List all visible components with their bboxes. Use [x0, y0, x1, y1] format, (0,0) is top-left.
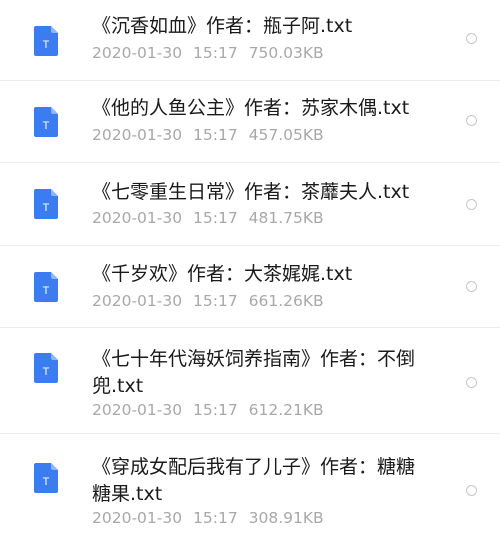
svg-text:T: T — [43, 476, 50, 488]
file-size: 457.05KB — [248, 126, 324, 144]
svg-text:T: T — [43, 366, 50, 378]
text-file-icon: T — [34, 463, 58, 493]
select-radio[interactable] — [466, 115, 477, 126]
file-row[interactable]: T 《七十年代海妖饲养指南》作者：不倒兜.txt 2020-01-30 15:1… — [0, 328, 500, 434]
file-time: 15:17 — [193, 509, 238, 527]
file-meta: 2020-01-30 15:17 481.75KB — [92, 208, 330, 228]
file-date: 2020-01-30 — [92, 209, 183, 227]
file-row[interactable]: T 《千岁欢》作者：大茶娓娓.txt 2020-01-30 15:17 661.… — [0, 246, 500, 328]
file-date: 2020-01-30 — [92, 44, 183, 62]
file-meta: 2020-01-30 15:17 661.26KB — [92, 291, 330, 311]
svg-text:T: T — [43, 285, 50, 297]
file-name: 《千岁欢》作者：大茶娓娓.txt — [92, 263, 353, 285]
file-row[interactable]: T 《沉香如血》作者：瓶子阿.txt 2020-01-30 15:17 750.… — [0, 0, 500, 81]
file-row[interactable]: T 《他的人鱼公主》作者：苏家木偶.txt 2020-01-30 15:17 4… — [0, 81, 500, 163]
file-size: 750.03KB — [248, 44, 324, 62]
file-name: 《他的人鱼公主》作者：苏家木偶.txt — [92, 97, 410, 119]
file-time: 15:17 — [193, 44, 238, 62]
file-time: 15:17 — [193, 292, 238, 310]
text-file-icon: T — [34, 26, 58, 56]
file-name: 《沉香如血》作者：瓶子阿.txt — [92, 15, 353, 37]
file-name: 《七十年代海妖饲养指南》作者：不倒兜.txt — [92, 348, 416, 397]
file-time: 15:17 — [193, 401, 238, 419]
svg-text:T: T — [43, 120, 50, 132]
file-size: 612.21KB — [248, 401, 324, 419]
file-size: 661.26KB — [248, 292, 324, 310]
text-file-icon: T — [34, 353, 58, 383]
file-date: 2020-01-30 — [92, 292, 183, 310]
file-row[interactable]: T 《七零重生日常》作者：茶蘼夫人.txt 2020-01-30 15:17 4… — [0, 163, 500, 246]
file-meta: 2020-01-30 15:17 750.03KB — [92, 43, 330, 63]
svg-text:T: T — [43, 202, 50, 214]
file-date: 2020-01-30 — [92, 509, 183, 527]
text-file-icon: T — [34, 189, 58, 219]
file-date: 2020-01-30 — [92, 401, 183, 419]
file-meta: 2020-01-30 15:17 308.91KB — [92, 508, 330, 528]
file-size: 308.91KB — [248, 509, 324, 527]
file-meta: 2020-01-30 15:17 612.21KB — [92, 400, 330, 420]
select-radio[interactable] — [466, 377, 477, 388]
file-row[interactable]: T 《穿成女配后我有了儿子》作者：糖糖糖果.txt 2020-01-30 15:… — [0, 434, 500, 533]
text-file-icon: T — [34, 272, 58, 302]
file-size: 481.75KB — [248, 209, 324, 227]
file-list: T 《沉香如血》作者：瓶子阿.txt 2020-01-30 15:17 750.… — [0, 0, 500, 533]
select-radio[interactable] — [466, 281, 477, 292]
file-date: 2020-01-30 — [92, 126, 183, 144]
select-radio[interactable] — [466, 33, 477, 44]
file-name: 《七零重生日常》作者：茶蘼夫人.txt — [92, 181, 410, 203]
file-name: 《穿成女配后我有了儿子》作者：糖糖糖果.txt — [92, 456, 416, 505]
select-radio[interactable] — [466, 485, 477, 496]
svg-text:T: T — [43, 39, 50, 51]
select-radio[interactable] — [466, 199, 477, 210]
text-file-icon: T — [34, 107, 58, 137]
file-time: 15:17 — [193, 209, 238, 227]
file-meta: 2020-01-30 15:17 457.05KB — [92, 125, 330, 145]
file-time: 15:17 — [193, 126, 238, 144]
